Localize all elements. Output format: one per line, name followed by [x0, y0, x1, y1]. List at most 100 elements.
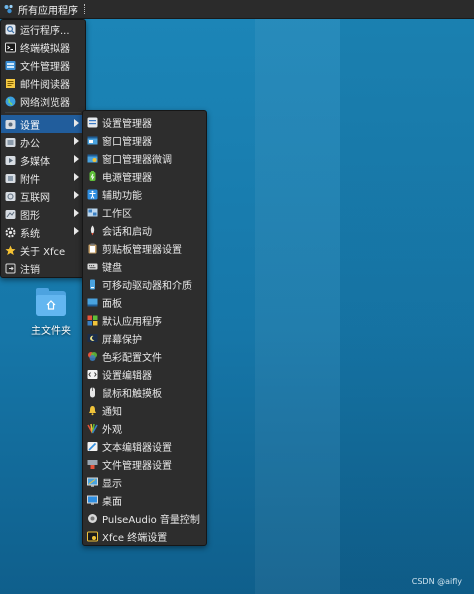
- submenu-item-notifications[interactable]: 通知: [83, 401, 206, 419]
- submenu-item-display[interactable]: 显示: [83, 473, 206, 491]
- menu-item-label: 附件: [20, 174, 40, 186]
- submenu-item-label: 会话和启动: [102, 226, 152, 238]
- submenu-item-desktop[interactable]: 桌面: [83, 491, 206, 509]
- internet-icon: [5, 191, 16, 202]
- applications-menu: 运行程序... 终端模拟器 文件管理器 邮件阅读器 网络浏览器 设置 办公 多媒…: [0, 19, 86, 278]
- submenu-item-keyboard[interactable]: 键盘: [83, 257, 206, 275]
- submenu-item-accessibility[interactable]: 辅助功能: [83, 185, 206, 203]
- submenu-item-mouse-touchpad[interactable]: 鼠标和触摸板: [83, 383, 206, 401]
- submenu-item-label: 键盘: [102, 262, 122, 274]
- settings-editor-icon: [87, 369, 98, 380]
- submenu-item-default-applications[interactable]: 默认应用程序: [83, 311, 206, 329]
- submenu-arrow-icon: [74, 119, 79, 127]
- submenu-arrow-icon: [74, 155, 79, 163]
- file-manager-icon: [5, 60, 16, 71]
- submenu-item-pulseaudio-volume[interactable]: PulseAudio 音量控制: [83, 509, 206, 527]
- submenu-item-color-profiles[interactable]: 色彩配置文件: [83, 347, 206, 365]
- submenu-item-label: 窗口管理器微调: [102, 154, 172, 166]
- menu-item-multimedia[interactable]: 多媒体: [1, 151, 85, 169]
- submenu-item-removable-drives[interactable]: 可移动驱动器和介质: [83, 275, 206, 293]
- accessibility-icon: [87, 189, 98, 200]
- appearance-icon: [87, 423, 98, 434]
- text-editor-icon: [87, 441, 98, 452]
- menu-item-run-program[interactable]: 运行程序...: [1, 20, 85, 38]
- submenu-item-label: 文件管理器设置: [102, 460, 172, 472]
- submenu-item-file-manager-settings[interactable]: 文件管理器设置: [83, 455, 206, 473]
- menu-item-label: 注销: [20, 264, 40, 276]
- submenu-item-clipboard-settings[interactable]: 剪贴板管理器设置: [83, 239, 206, 257]
- menu-item-logout[interactable]: 注销: [1, 259, 85, 277]
- menu-item-label: 系统: [20, 228, 40, 240]
- removable-drive-icon: [87, 279, 98, 290]
- power-icon: [87, 170, 98, 182]
- menu-item-file-manager[interactable]: 文件管理器: [1, 56, 85, 74]
- search-run-icon: [5, 24, 16, 35]
- submenu-item-label: 设置编辑器: [102, 370, 152, 382]
- color-profile-icon: [87, 351, 98, 362]
- submenu-item-label: 设置管理器: [102, 118, 152, 130]
- session-icon: [87, 225, 98, 236]
- pulseaudio-icon: [87, 513, 98, 524]
- menu-item-label: 文件管理器: [20, 61, 70, 73]
- submenu-item-workspaces[interactable]: 工作区: [83, 203, 206, 221]
- panel-grip-handle[interactable]: [84, 4, 87, 14]
- menu-item-mail-reader[interactable]: 邮件阅读器: [1, 74, 85, 92]
- menu-item-settings[interactable]: 设置: [1, 115, 85, 133]
- settings-submenu: 设置管理器 窗口管理器 窗口管理器微调 电源管理器 辅助功能 工作区 会话和启动…: [82, 110, 207, 546]
- settings-manager-icon: [87, 117, 98, 128]
- multimedia-icon: [5, 155, 16, 166]
- menu-item-office[interactable]: 办公: [1, 133, 85, 151]
- submenu-item-power-manager[interactable]: 电源管理器: [83, 167, 206, 185]
- submenu-item-label: 文本编辑器设置: [102, 442, 172, 454]
- submenu-item-session-startup[interactable]: 会话和启动: [83, 221, 206, 239]
- submenu-item-settings-manager[interactable]: 设置管理器: [83, 113, 206, 131]
- submenu-item-settings-editor[interactable]: 设置编辑器: [83, 365, 206, 383]
- graphics-icon: [5, 209, 16, 220]
- default-apps-icon: [87, 315, 98, 326]
- submenu-item-panel[interactable]: 面板: [83, 293, 206, 311]
- submenu-item-label: 屏幕保护: [102, 334, 142, 346]
- menu-item-label: 运行程序...: [20, 25, 70, 37]
- top-panel: 所有应用程序: [0, 0, 474, 19]
- bell-icon: [87, 405, 98, 416]
- window-tweaks-icon: [87, 153, 98, 164]
- submenu-item-label: 显示: [102, 478, 122, 490]
- menu-item-accessories[interactable]: 附件: [1, 169, 85, 187]
- submenu-item-label: 色彩配置文件: [102, 352, 162, 364]
- submenu-item-label: 电源管理器: [102, 172, 152, 184]
- desktop-icon: [87, 495, 98, 506]
- folder-home-icon: [36, 288, 66, 316]
- home-folder-desktop-icon[interactable]: 主文件夹: [28, 288, 74, 337]
- keyboard-icon: [87, 261, 98, 272]
- menu-item-label: 终端模拟器: [20, 43, 70, 55]
- submenu-item-screensaver[interactable]: 屏幕保护: [83, 329, 206, 347]
- gear-icon: [5, 227, 16, 238]
- submenu-arrow-icon: [74, 137, 79, 145]
- submenu-item-text-editor-settings[interactable]: 文本编辑器设置: [83, 437, 206, 455]
- menu-item-graphics[interactable]: 图形: [1, 205, 85, 223]
- mouse-icon: [87, 387, 98, 398]
- submenu-arrow-icon: [74, 173, 79, 181]
- star-icon: [5, 245, 16, 256]
- terminal-icon: [5, 42, 16, 53]
- submenu-item-label: 外观: [102, 424, 122, 436]
- office-icon: [5, 137, 16, 148]
- menu-item-about-xfce[interactable]: 关于 Xfce: [1, 241, 85, 259]
- menu-item-internet[interactable]: 互联网: [1, 187, 85, 205]
- submenu-item-label: 剪贴板管理器设置: [102, 244, 182, 256]
- submenu-item-window-manager[interactable]: 窗口管理器: [83, 131, 206, 149]
- menu-item-system[interactable]: 系统: [1, 223, 85, 241]
- submenu-item-appearance[interactable]: 外观: [83, 419, 206, 437]
- display-icon: [87, 477, 98, 488]
- menu-item-label: 多媒体: [20, 156, 50, 168]
- menu-item-terminal[interactable]: 终端模拟器: [1, 38, 85, 56]
- submenu-item-window-tweaks[interactable]: 窗口管理器微调: [83, 149, 206, 167]
- submenu-arrow-icon: [74, 209, 79, 217]
- submenu-item-label: 辅助功能: [102, 190, 142, 202]
- submenu-item-terminal-settings[interactable]: Xfce 终端设置: [83, 527, 206, 545]
- accessories-icon: [5, 173, 16, 184]
- settings-icon: [5, 119, 16, 130]
- submenu-item-label: 默认应用程序: [102, 316, 162, 328]
- applications-menu-button[interactable]: 所有应用程序: [0, 0, 91, 18]
- menu-item-web-browser[interactable]: 网络浏览器: [1, 92, 85, 110]
